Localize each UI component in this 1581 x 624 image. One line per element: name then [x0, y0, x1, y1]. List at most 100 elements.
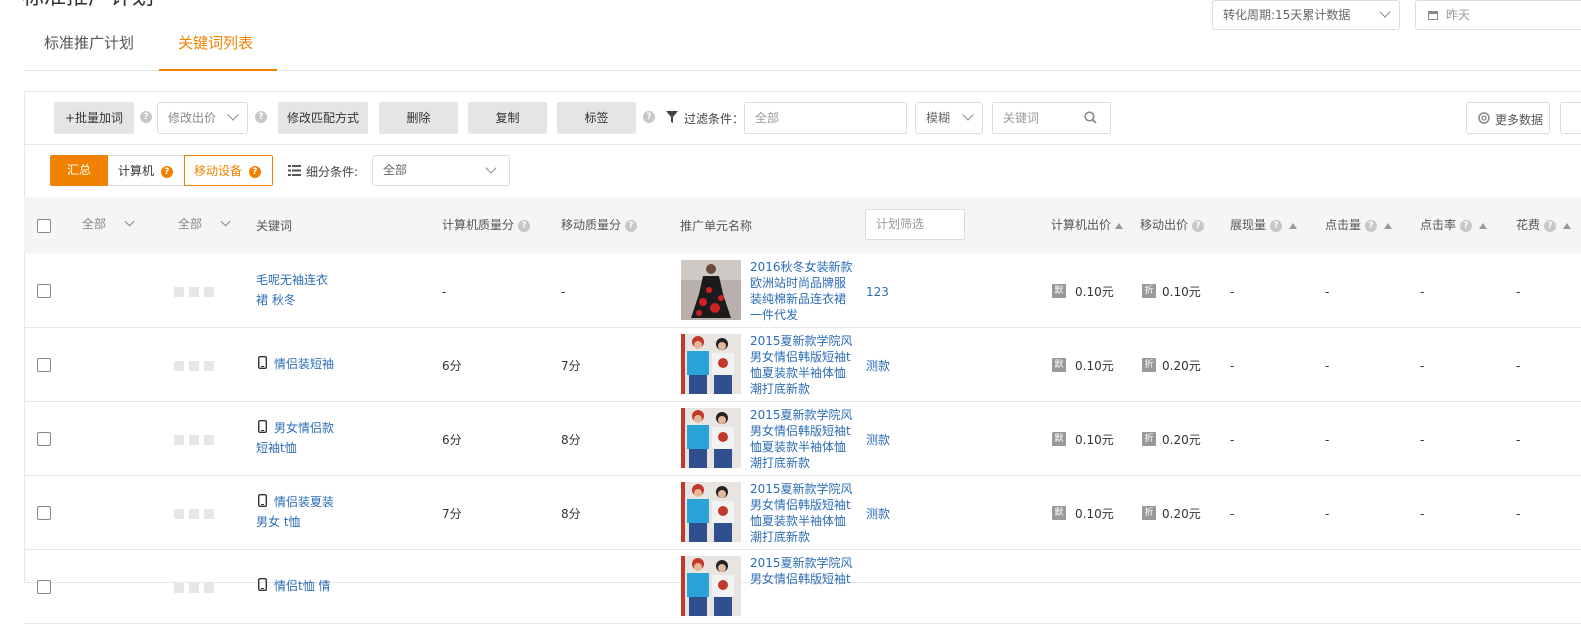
product-thumbnail[interactable]: [681, 408, 741, 468]
mobile-bid-value[interactable]: 0.10元: [1162, 285, 1201, 299]
date-value: 昨天: [1446, 8, 1471, 22]
column-clicks[interactable]: 点击量 ?: [1325, 218, 1392, 232]
column-impressions[interactable]: 展现量 ?: [1230, 218, 1297, 232]
help-icon: ?: [160, 165, 173, 178]
unit-name-line[interactable]: 2015夏新款学院风: [750, 481, 853, 497]
product-thumbnail[interactable]: [681, 334, 741, 394]
unit-name-line[interactable]: 恤夏装款半袖体恤: [750, 439, 846, 455]
status-filter-2-label: 全部: [178, 217, 203, 231]
chevron-down-icon: [124, 216, 135, 227]
device-tab-pc[interactable]: 计算机 ?: [108, 155, 185, 186]
row-checkbox[interactable]: [37, 284, 51, 298]
unit-name-line[interactable]: 一件代发: [750, 307, 798, 323]
row-checkbox[interactable]: [37, 580, 51, 594]
delete-button[interactable]: 删除: [379, 102, 458, 134]
keyword-link-line2[interactable]: 裙 秋冬: [256, 290, 296, 310]
product-thumbnail[interactable]: [681, 556, 741, 616]
column-mobile-quality[interactable]: 移动质量分 ?: [561, 218, 637, 232]
product-thumbnail[interactable]: [681, 482, 741, 542]
pc-quality-score: 6分: [442, 359, 462, 373]
pc-bid-value[interactable]: 0.10元: [1075, 285, 1114, 299]
copy-button[interactable]: 复制: [468, 102, 547, 134]
unit-name-line[interactable]: 2015夏新款学院风: [750, 555, 853, 571]
unit-name-line[interactable]: 男女情侣韩版短袖t: [750, 423, 851, 439]
unit-name-line[interactable]: 男女情侣韩版短袖t: [750, 571, 851, 587]
keyword-link[interactable]: 情侣装夏装: [274, 492, 334, 512]
unit-name-line[interactable]: 潮打底新款: [750, 381, 810, 397]
help-icon: ?: [1543, 219, 1556, 232]
sort-up-icon[interactable]: [1562, 222, 1571, 229]
sort-up-icon[interactable]: [1383, 222, 1392, 229]
help-icon[interactable]: ?: [643, 111, 655, 123]
product-thumbnail[interactable]: [681, 260, 741, 320]
extra-button[interactable]: [1560, 102, 1581, 134]
unit-name-line[interactable]: 男女情侣韩版短袖t: [750, 349, 851, 365]
row-checkbox[interactable]: [37, 432, 51, 446]
status-filter-2[interactable]: 全部: [178, 216, 231, 231]
mobile-bid-value[interactable]: 0.20元: [1162, 359, 1201, 373]
column-pc-quality[interactable]: 计算机质量分 ?: [442, 218, 530, 232]
search-icon[interactable]: [1084, 111, 1097, 124]
unit-name-line[interactable]: 恤夏装款半袖体恤: [750, 365, 846, 381]
row-checkbox[interactable]: [37, 358, 51, 372]
filter-condition-input[interactable]: 全部: [744, 102, 907, 134]
plan-link[interactable]: 测款: [866, 356, 890, 376]
default-bid-badge: 默: [1052, 358, 1066, 372]
keyword-link[interactable]: 情侣装短袖: [274, 354, 334, 374]
column-impressions-label: 展现量: [1230, 218, 1267, 232]
pc-bid-value[interactable]: 0.10元: [1075, 359, 1114, 373]
more-data-button[interactable]: 更多数据: [1466, 102, 1550, 134]
match-mode-select[interactable]: 模糊: [915, 102, 983, 134]
pc-bid-value[interactable]: 0.10元: [1075, 433, 1114, 447]
modify-bid-select[interactable]: 修改出价: [157, 102, 248, 134]
tab-keyword-list[interactable]: 关键词列表: [178, 33, 253, 53]
unit-name-line[interactable]: 潮打底新款: [750, 529, 810, 545]
unit-name-line[interactable]: 装纯棉新品连衣裙: [750, 291, 846, 307]
column-ctr[interactable]: 点击率 ?: [1420, 218, 1487, 232]
unit-name-line[interactable]: 2016秋冬女装新款: [750, 259, 853, 275]
batch-add-button[interactable]: +批量加词: [54, 102, 134, 134]
chevron-down-icon: [485, 162, 497, 174]
sort-up-icon[interactable]: [1288, 222, 1297, 229]
status-indicators: [174, 508, 219, 522]
plan-link[interactable]: 测款: [866, 504, 890, 524]
keyword-link-line2[interactable]: 男女 t恤: [256, 512, 301, 532]
tag-button[interactable]: 标签: [557, 102, 636, 134]
plan-link[interactable]: 测款: [866, 430, 890, 450]
pc-bid-value[interactable]: 0.10元: [1075, 507, 1114, 521]
mobile-bid-value[interactable]: 0.20元: [1162, 433, 1201, 447]
column-pc-bid[interactable]: 计算机出价: [1051, 218, 1123, 232]
conversion-period-select[interactable]: 转化周期:15天累计数据: [1212, 0, 1400, 30]
keyword-link-line2[interactable]: 短袖t恤: [256, 438, 297, 458]
device-tab-summary[interactable]: 汇总: [50, 155, 108, 186]
tab-standard-plan[interactable]: 标准推广计划: [44, 33, 134, 53]
keyword-link[interactable]: 男女情侣款: [274, 418, 334, 438]
select-all-checkbox[interactable]: [37, 219, 51, 233]
segment-select[interactable]: 全部: [372, 155, 510, 186]
plan-filter-input[interactable]: 计划筛选: [865, 209, 965, 240]
sort-up-icon[interactable]: [1114, 222, 1123, 229]
unit-name-line[interactable]: 男女情侣韩版短袖t: [750, 497, 851, 513]
discount-bid-badge: 折: [1142, 358, 1156, 372]
modify-match-button[interactable]: 修改匹配方式: [278, 102, 368, 134]
keyword-link[interactable]: 情侣t恤 情: [274, 576, 331, 596]
pc-quality-score: -: [442, 285, 447, 299]
unit-name-line[interactable]: 恤夏装款半袖体恤: [750, 513, 846, 529]
unit-name-line[interactable]: 2015夏新款学院风: [750, 407, 853, 423]
help-icon[interactable]: ?: [140, 111, 152, 123]
chevron-down-icon: [220, 216, 231, 227]
unit-name-line[interactable]: 欧洲站时尚品牌服: [750, 275, 846, 291]
column-mobile-bid[interactable]: 移动出价 ?: [1140, 218, 1204, 232]
keyword-link[interactable]: 毛呢无袖连衣: [256, 270, 328, 290]
sort-up-icon[interactable]: [1478, 222, 1487, 229]
plan-link[interactable]: 123: [866, 282, 889, 302]
mobile-bid-value[interactable]: 0.20元: [1162, 507, 1201, 521]
row-checkbox[interactable]: [37, 506, 51, 520]
unit-name-line[interactable]: 潮打底新款: [750, 455, 810, 471]
help-icon[interactable]: ?: [255, 111, 267, 123]
status-filter-1[interactable]: 全部: [82, 216, 135, 231]
column-cost[interactable]: 花费 ?: [1516, 218, 1571, 232]
unit-name-line[interactable]: 2015夏新款学院风: [750, 333, 853, 349]
device-tab-mobile[interactable]: 移动设备 ?: [184, 155, 273, 186]
date-picker[interactable]: 昨天: [1415, 0, 1581, 30]
